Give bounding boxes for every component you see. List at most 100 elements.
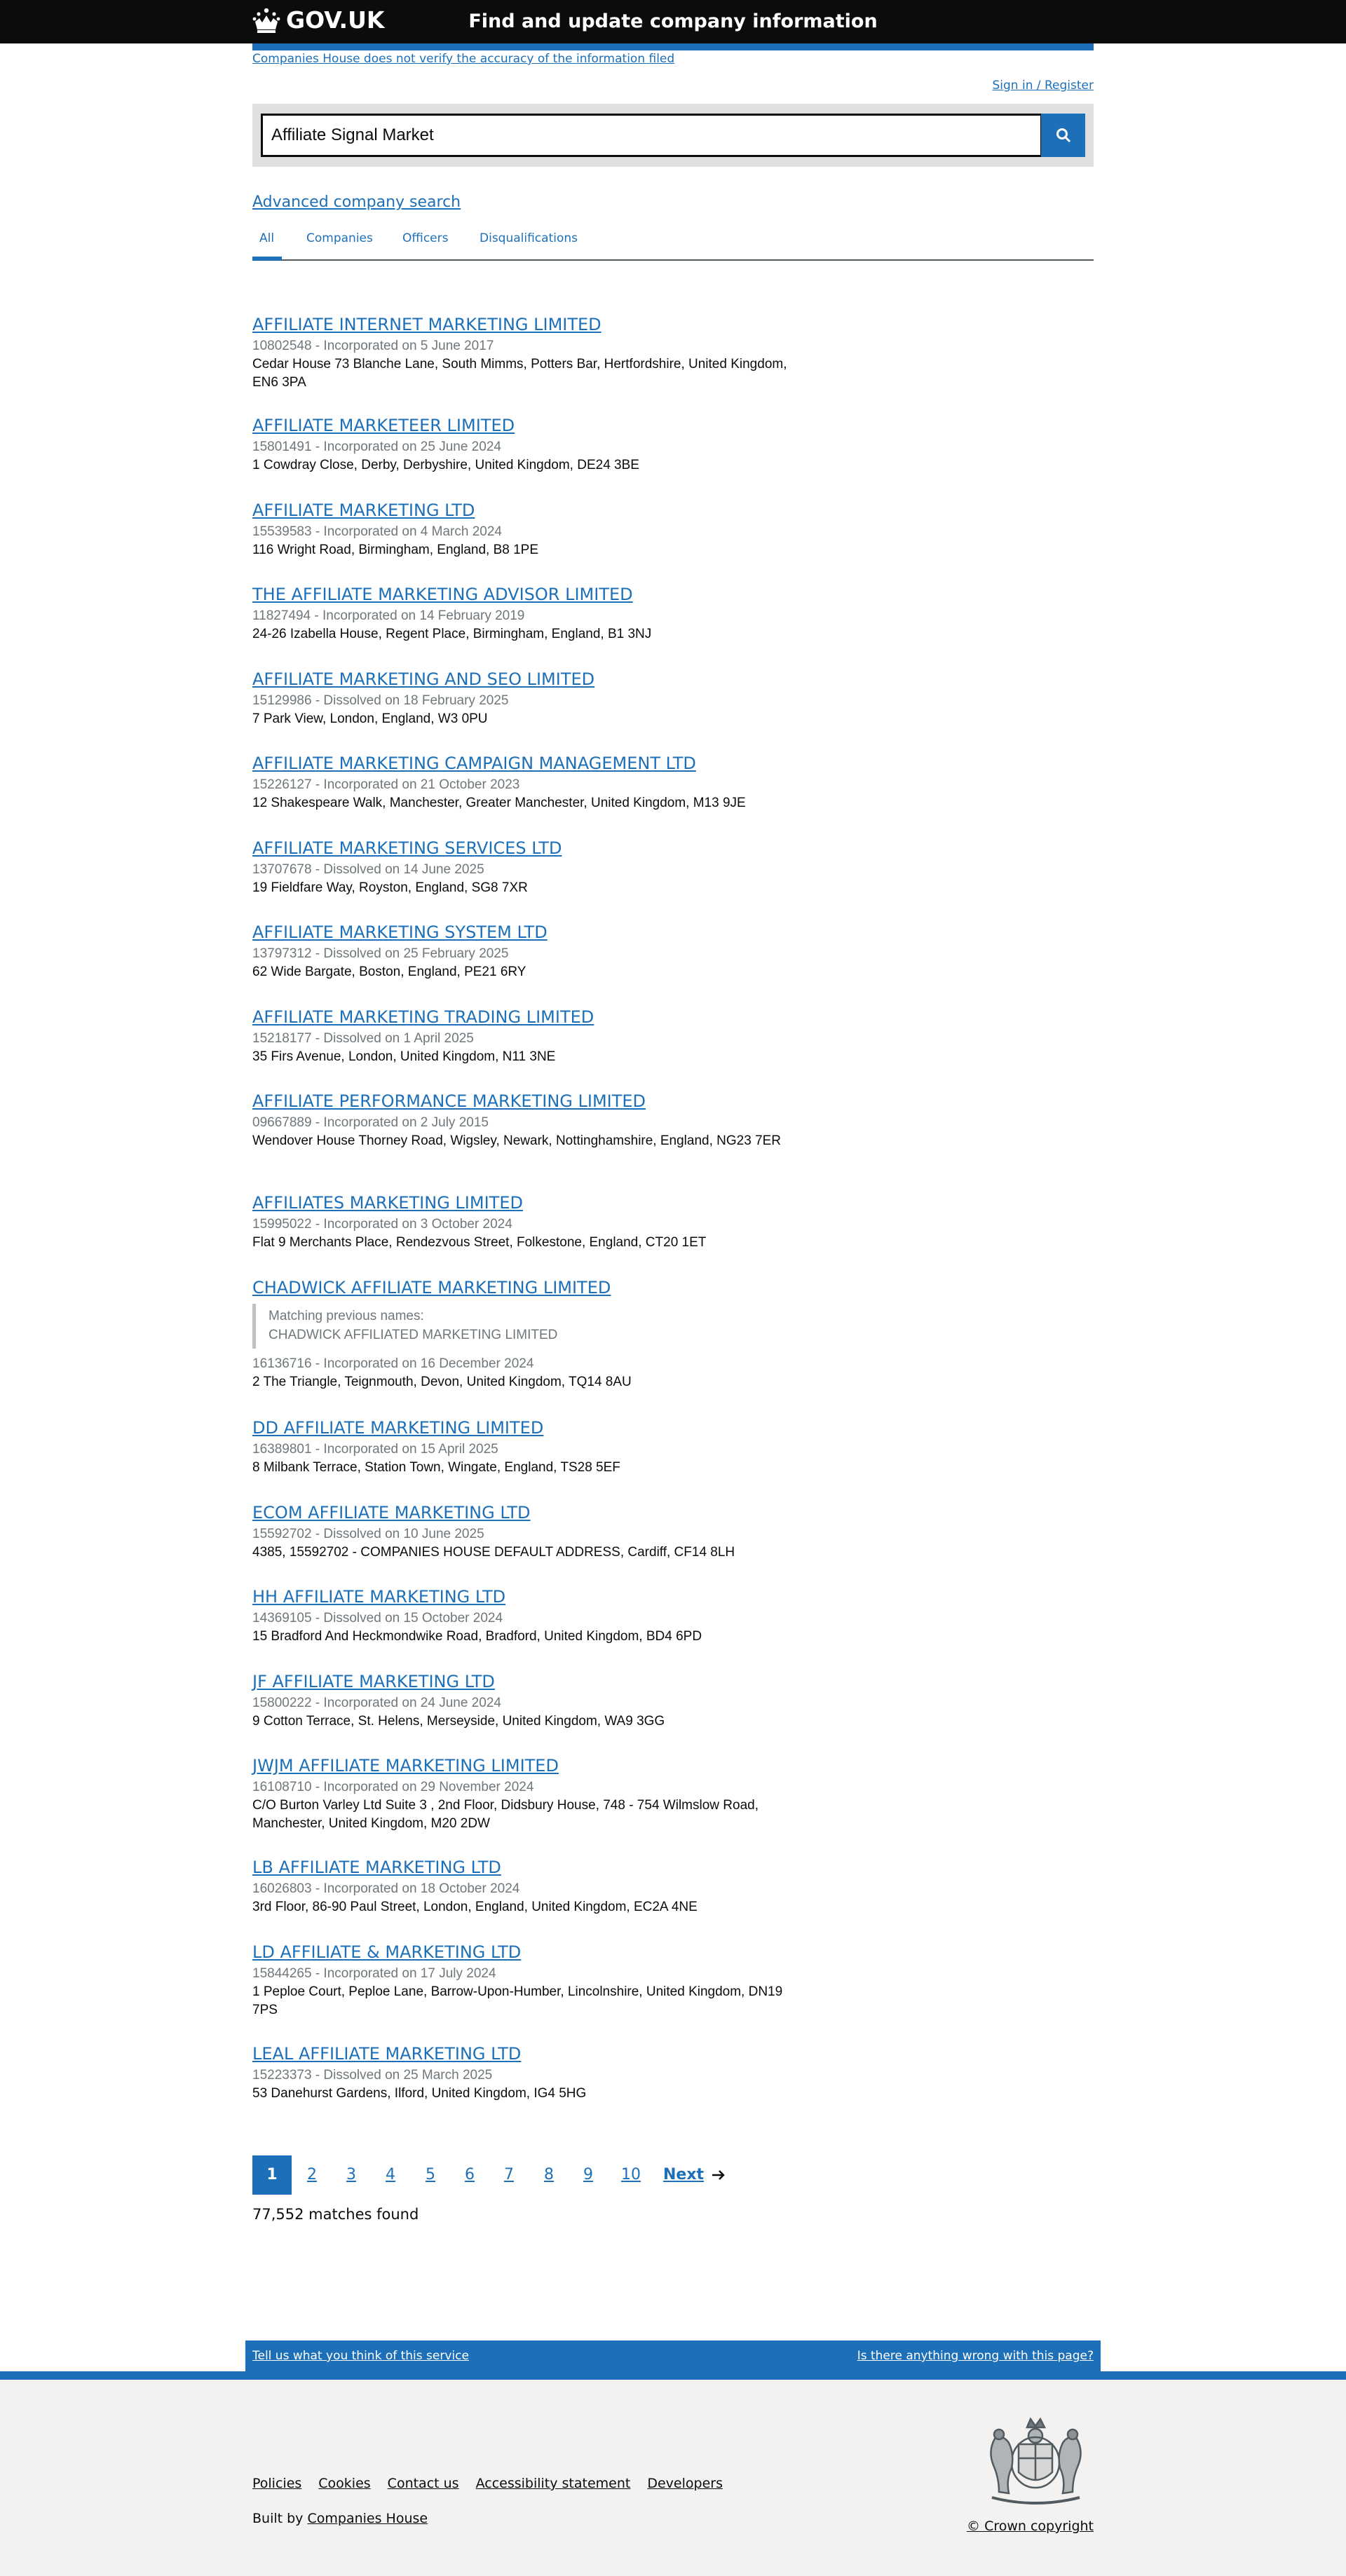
company-meta: 09667889 - Incorporated on 2 July 2015 xyxy=(252,1115,489,1130)
company-meta: 16108710 - Incorporated on 29 November 2… xyxy=(252,1780,534,1794)
tab-companies[interactable]: Companies xyxy=(306,231,373,245)
disclaimer-link[interactable]: Companies House does not verify the accu… xyxy=(252,52,674,66)
company-address: 15 Bradford And Heckmondwike Road, Bradf… xyxy=(252,1629,702,1644)
page-link[interactable]: 10 xyxy=(617,2155,645,2195)
company-link[interactable]: AFFILIATE PERFORMANCE MARKETING LIMITED xyxy=(252,1089,813,1113)
company-link[interactable]: AFFILIATE INTERNET MARKETING LIMITED xyxy=(252,313,813,336)
previous-names-block: Matching previous names: CHADWICK AFFILI… xyxy=(252,1304,813,1349)
company-meta: 15226127 - Incorporated on 21 October 20… xyxy=(252,777,520,792)
company-link[interactable]: AFFILIATE MARKETING TRADING LIMITED xyxy=(252,1005,813,1029)
company-address: 2 The Triangle, Teignmouth, Devon, Unite… xyxy=(252,1375,632,1389)
tab-disqualifications[interactable]: Disqualifications xyxy=(480,231,578,245)
feedback-link[interactable]: Tell us what you think of this service xyxy=(252,2349,469,2363)
tab-all[interactable]: All xyxy=(259,231,274,245)
list-item: AFFILIATES MARKETING LIMITED 15995022 - … xyxy=(252,1191,813,1252)
page-link[interactable]: 2 xyxy=(301,2155,322,2195)
sign-in-register-link[interactable]: Sign in / Register xyxy=(992,79,1094,93)
next-page-link[interactable]: Next xyxy=(663,2155,704,2195)
company-meta: 15844265 - Incorporated on 17 July 2024 xyxy=(252,1966,496,1981)
company-meta: 15129986 - Dissolved on 18 February 2025 xyxy=(252,693,509,708)
company-address: 3rd Floor, 86-90 Paul Street, London, En… xyxy=(252,1900,698,1914)
search-input[interactable] xyxy=(261,114,1042,157)
company-address: Wendover House Thorney Road, Wigsley, Ne… xyxy=(252,1133,782,1148)
company-link[interactable]: AFFILIATE MARKETING SERVICES LTD xyxy=(252,836,813,860)
matches-count: 77,552 matches found xyxy=(252,2206,419,2223)
company-address: 19 Fieldfare Way, Royston, England, SG8 … xyxy=(252,880,528,895)
company-meta: 16136716 - Incorporated on 16 December 2… xyxy=(252,1356,534,1371)
list-item: AFFILIATE INTERNET MARKETING LIMITED 108… xyxy=(252,313,813,392)
company-meta: 16026803 - Incorporated on 18 October 20… xyxy=(252,1881,520,1896)
list-item: AFFILIATE PERFORMANCE MARKETING LIMITED … xyxy=(252,1089,813,1150)
list-item: AFFILIATE MARKETEER LIMITED 15801491 - I… xyxy=(252,414,813,475)
search-icon xyxy=(1056,128,1070,143)
company-link[interactable]: AFFILIATE MARKETEER LIMITED xyxy=(252,414,813,437)
footer-links: Policies Cookies Contact us Accessibilit… xyxy=(252,2476,723,2491)
company-meta: 15995022 - Incorporated on 3 October 202… xyxy=(252,1217,512,1232)
company-meta: 15801491 - Incorporated on 25 June 2024 xyxy=(252,439,501,454)
advanced-search-link[interactable]: Advanced company search xyxy=(252,193,461,211)
service-name[interactable]: Find and update company information xyxy=(0,11,1346,32)
report-problem-link[interactable]: Is there anything wrong with this page? xyxy=(857,2349,1094,2363)
company-link[interactable]: JWJM AFFILIATE MARKETING LIMITED xyxy=(252,1754,813,1778)
company-address: 7 Park View, London, England, W3 0PU xyxy=(252,711,488,726)
list-item: DD AFFILIATE MARKETING LIMITED 16389801 … xyxy=(252,1416,813,1477)
page-link-current[interactable]: 1 xyxy=(252,2155,292,2195)
page-link[interactable]: 7 xyxy=(498,2155,519,2195)
company-address: C/O Burton Varley Ltd Suite 3 , 2nd Floo… xyxy=(252,1798,759,1831)
built-by: Built by Companies House xyxy=(252,2511,428,2526)
company-address: Cedar House 73 Blanche Lane, South Mimms… xyxy=(252,357,787,390)
search-button[interactable] xyxy=(1041,114,1085,157)
company-link[interactable]: DD AFFILIATE MARKETING LIMITED xyxy=(252,1416,813,1440)
page-link[interactable]: 8 xyxy=(538,2155,559,2195)
company-meta: 16389801 - Incorporated on 15 April 2025 xyxy=(252,1442,498,1457)
company-meta: 15592702 - Dissolved on 10 June 2025 xyxy=(252,1527,484,1541)
company-link[interactable]: JF AFFILIATE MARKETING LTD xyxy=(252,1670,813,1694)
company-link[interactable]: ECOM AFFILIATE MARKETING LTD xyxy=(252,1501,813,1525)
previous-name: CHADWICK AFFILIATED MARKETING LIMITED xyxy=(268,1328,558,1342)
built-by-prefix: Built by xyxy=(252,2511,304,2526)
company-link[interactable]: THE AFFILIATE MARKETING ADVISOR LIMITED xyxy=(252,582,813,606)
footer-link-policies[interactable]: Policies xyxy=(252,2476,301,2491)
page-link[interactable]: 4 xyxy=(380,2155,401,2195)
companies-house-link[interactable]: Companies House xyxy=(307,2511,428,2526)
list-item: THE AFFILIATE MARKETING ADVISOR LIMITED … xyxy=(252,582,813,643)
company-link[interactable]: CHADWICK AFFILIATE MARKETING LIMITED xyxy=(252,1276,813,1300)
company-meta: 10802548 - Incorporated on 5 June 2017 xyxy=(252,339,494,353)
page-link[interactable]: 5 xyxy=(420,2155,441,2195)
company-link[interactable]: AFFILIATE MARKETING LTD xyxy=(252,498,813,522)
list-item: AFFILIATE MARKETING SERVICES LTD 1370767… xyxy=(252,836,813,897)
company-address: 62 Wide Bargate, Boston, England, PE21 6… xyxy=(252,965,526,979)
company-address: 12 Shakespeare Walk, Manchester, Greater… xyxy=(252,796,746,810)
page-link[interactable]: 9 xyxy=(578,2155,599,2195)
company-meta: 15218177 - Dissolved on 1 April 2025 xyxy=(252,1031,474,1046)
tab-officers[interactable]: Officers xyxy=(402,231,448,245)
list-item: CHADWICK AFFILIATE MARKETING LIMITED Mat… xyxy=(252,1276,813,1391)
crown-copyright-link[interactable]: © Crown copyright xyxy=(967,2519,1094,2534)
page-link[interactable]: 6 xyxy=(459,2155,480,2195)
footer-link-contact[interactable]: Contact us xyxy=(388,2476,459,2491)
company-meta: 15539583 - Incorporated on 4 March 2024 xyxy=(252,524,502,539)
company-link[interactable]: AFFILIATE MARKETING CAMPAIGN MANAGEMENT … xyxy=(252,751,813,775)
company-address: 116 Wright Road, Birmingham, England, B8… xyxy=(252,543,539,557)
company-meta: 14369105 - Dissolved on 15 October 2024 xyxy=(252,1611,503,1626)
company-address: 8 Milbank Terrace, Station Town, Wingate… xyxy=(252,1460,620,1475)
company-link[interactable]: LD AFFILIATE & MARKETING LTD xyxy=(252,1940,813,1964)
company-link[interactable]: AFFILIATES MARKETING LIMITED xyxy=(252,1191,813,1215)
company-link[interactable]: AFFILIATE MARKETING AND SEO LIMITED xyxy=(252,667,813,691)
company-link[interactable]: LEAL AFFILIATE MARKETING LTD xyxy=(252,2042,813,2066)
company-address: 4385, 15592702 - COMPANIES HOUSE DEFAULT… xyxy=(252,1545,735,1560)
footer-link-developers[interactable]: Developers xyxy=(647,2476,723,2491)
arrow-right-icon xyxy=(712,2170,725,2180)
company-link[interactable]: HH AFFILIATE MARKETING LTD xyxy=(252,1585,813,1609)
footer-link-cookies[interactable]: Cookies xyxy=(318,2476,370,2491)
company-link[interactable]: LB AFFILIATE MARKETING LTD xyxy=(252,1855,813,1879)
feedback-bar: Tell us what you think of this service I… xyxy=(245,2340,1101,2371)
company-link[interactable]: AFFILIATE MARKETING SYSTEM LTD xyxy=(252,920,813,944)
list-item: AFFILIATE MARKETING LTD 15539583 - Incor… xyxy=(252,498,813,559)
page-link[interactable]: 3 xyxy=(341,2155,362,2195)
company-meta: 13707678 - Dissolved on 14 June 2025 xyxy=(252,862,484,877)
footer-link-accessibility[interactable]: Accessibility statement xyxy=(476,2476,631,2491)
list-item: AFFILIATE MARKETING AND SEO LIMITED 1512… xyxy=(252,667,813,728)
company-meta: 13797312 - Dissolved on 25 February 2025 xyxy=(252,946,509,961)
list-item: LB AFFILIATE MARKETING LTD 16026803 - In… xyxy=(252,1855,813,1916)
